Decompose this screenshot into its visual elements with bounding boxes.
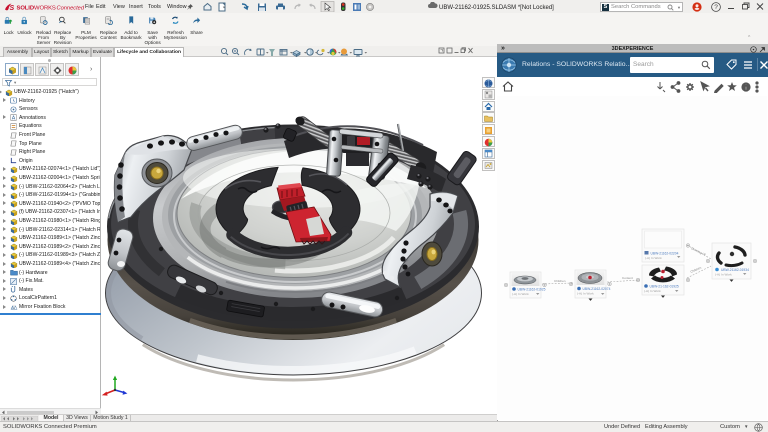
svg-text:Drawing Of: Drawing Of <box>691 246 707 256</box>
svg-text:(-A) In Work: (-A) In Work <box>577 292 594 296</box>
svg-text:Children: Children <box>690 265 702 273</box>
svg-text:(-A) In Work: (-A) In Work <box>645 256 662 260</box>
svg-text:UBW-21162-02074: UBW-21162-02074 <box>583 287 611 291</box>
svg-text:(-A) In Work: (-A) In Work <box>512 292 529 296</box>
svg-text:UBW-21162-01934: UBW-21162-01934 <box>721 268 749 272</box>
svg-text:UBW-21-162-01925: UBW-21-162-01925 <box>650 285 679 289</box>
svg-text:Content: Content <box>622 276 633 280</box>
svg-text:A: A <box>12 116 16 122</box>
svg-text:Children: Children <box>554 279 566 283</box>
svg-text:UBW-21162-01925.SLDASM *[Not L: UBW-21162-01925.SLDASM *[Not Locked] <box>439 5 554 11</box>
svg-text:?: ? <box>714 4 718 11</box>
svg-text:UBW-21162-02204: UBW-21162-02204 <box>651 252 679 256</box>
svg-text:(-A) In Work: (-A) In Work <box>644 289 661 293</box>
svg-text:(-A) In Work: (-A) In Work <box>715 273 732 277</box>
svg-text:S: S <box>10 5 15 12</box>
svg-text:SOLIDWORKS: SOLIDWORKS <box>17 5 56 11</box>
svg-text:UBW-21162-01925: UBW-21162-01925 <box>518 288 546 292</box>
svg-text:Connected: Connected <box>57 5 85 11</box>
